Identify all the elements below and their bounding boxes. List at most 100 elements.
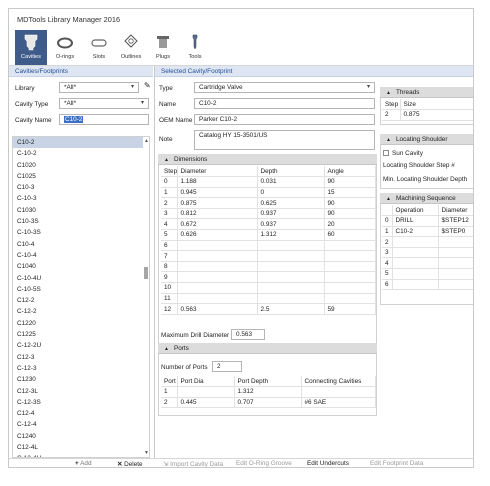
table-cell[interactable]: 0.945 (177, 187, 258, 199)
edit-footprint-data-button[interactable]: Edit Footprint Data (370, 460, 423, 467)
collapse-icon[interactable]: ▲ (164, 157, 169, 163)
table-cell[interactable] (438, 257, 473, 270)
table-row[interactable]: 10 (161, 282, 376, 294)
list-item[interactable]: C10-3 (13, 182, 149, 193)
table-cell[interactable] (324, 293, 376, 305)
scrollbar-thumb[interactable] (144, 267, 148, 279)
ribbon-outlines-button[interactable]: Outlines (115, 30, 147, 65)
table-cell[interactable] (324, 240, 376, 252)
list-item[interactable]: C10-4 (13, 239, 149, 250)
scroll-up-icon[interactable]: ▲ (144, 138, 149, 144)
pane-divider[interactable] (154, 66, 155, 458)
ports-table[interactable]: Port Port Dia Port Depth Connecting Cavitie… (161, 376, 376, 409)
table-cell[interactable] (257, 240, 325, 252)
column-header[interactable]: Step (382, 99, 401, 111)
table-cell[interactable]: 1.312 (257, 229, 325, 241)
column-header[interactable]: Depth (257, 166, 325, 178)
table-cell[interactable]: 0.875 (177, 197, 258, 209)
table-row[interactable]: 12 0.563 2.5 59 (161, 303, 376, 315)
collapse-icon[interactable]: ▲ (386, 196, 391, 202)
dimensions-table[interactable]: Step Diameter Depth Angle 0 1.188 0.031 90 1 0.94… (161, 166, 376, 315)
table-cell[interactable]: 60 (324, 229, 376, 241)
ribbon-tools-button[interactable]: Tools (179, 30, 211, 65)
table-cell[interactable]: $STEP12 (438, 215, 473, 227)
scroll-down-icon[interactable]: ▼ (144, 450, 149, 456)
table-cell[interactable]: 1 (161, 187, 178, 199)
table-cell[interactable]: 6 (382, 279, 393, 291)
table-cell[interactable] (257, 261, 325, 273)
table-cell[interactable]: 4 (161, 218, 178, 231)
table-cell[interactable]: 0.875 (400, 109, 473, 121)
collapse-icon[interactable]: ▲ (164, 346, 169, 352)
list-item[interactable]: C-12-4 (13, 419, 149, 430)
note-textarea[interactable]: Catalog HY 15-3501/US (194, 130, 375, 150)
table-cell[interactable]: #6 SAE (301, 397, 376, 409)
cavity-name-input[interactable]: C10-2 (59, 114, 149, 125)
table-row[interactable]: 3 0.812 0.937 90 (161, 208, 376, 220)
list-item[interactable]: C1040 (13, 261, 149, 272)
add-button[interactable]: + Add (75, 460, 92, 467)
table-cell[interactable]: 1 (161, 386, 178, 398)
edit-undercuts-button[interactable]: Edit Undercuts (307, 460, 349, 467)
table-row[interactable]: 2 (382, 236, 473, 248)
table-row[interactable]: 5 (382, 268, 473, 280)
column-header[interactable]: Angle (324, 166, 376, 178)
list-item[interactable]: C-10-3 (13, 193, 149, 204)
list-item[interactable]: C1220 (13, 318, 149, 329)
table-row[interactable]: 9 (161, 271, 376, 284)
list-item[interactable]: C10-2 (13, 137, 149, 149)
table-cell[interactable] (177, 261, 258, 273)
type-select[interactable]: Cartridge Valve ▾ (194, 82, 375, 93)
table-cell[interactable] (392, 279, 439, 291)
table-cell[interactable]: C10-2 (392, 226, 439, 238)
machining-sequence-group-header[interactable]: ▲ Machining Sequence (380, 193, 473, 204)
ribbon-plugs-button[interactable]: Plugs (147, 30, 179, 65)
table-cell[interactable]: 12 (161, 303, 178, 315)
ribbon-orings-button[interactable]: O-rings (49, 30, 81, 65)
table-cell[interactable]: 5 (161, 229, 178, 241)
table-cell[interactable] (177, 386, 235, 398)
ports-group-header[interactable]: ▲ Ports (158, 343, 377, 354)
table-cell[interactable]: 10 (161, 282, 178, 294)
collapse-icon[interactable]: ▲ (386, 90, 391, 96)
table-row[interactable]: 7 (161, 250, 376, 262)
ports-count-input[interactable]: 2 (212, 361, 242, 372)
list-item[interactable]: C12-4 (13, 408, 149, 419)
table-row[interactable]: 6 (161, 240, 376, 252)
table-row[interactable]: 4 (382, 257, 473, 270)
table-cell[interactable] (438, 268, 473, 280)
table-cell[interactable]: 2.5 (257, 303, 325, 315)
table-cell[interactable] (324, 250, 376, 262)
column-header[interactable]: Port (161, 376, 178, 388)
table-row[interactable]: 4 0.672 0.937 20 (161, 218, 376, 231)
machining-sequence-table[interactable]: Operation Diameter 0 DRILL $STEP12 1 C10-2 $STE… (382, 205, 473, 291)
table-row[interactable]: 6 (382, 279, 473, 291)
list-item[interactable]: C1020 (13, 160, 149, 171)
table-cell[interactable]: DRILL (392, 215, 439, 227)
table-row[interactable]: 5 0.626 1.312 60 (161, 229, 376, 241)
table-cell[interactable] (324, 271, 376, 284)
table-cell[interactable]: 20 (324, 218, 376, 231)
list-item[interactable]: C-10-5S (13, 284, 149, 295)
cavity-list[interactable]: C10-2 C-10-2 C1020 C1025 C10-3 C-10-3 C1030 C10… (12, 136, 150, 458)
table-cell[interactable] (438, 279, 473, 291)
table-cell[interactable]: 90 (324, 208, 376, 220)
table-cell[interactable] (177, 293, 258, 305)
column-header[interactable]: Connecting Cavities (301, 376, 376, 388)
table-cell[interactable]: 15 (324, 187, 376, 199)
list-item[interactable]: C-10-2 (13, 148, 149, 159)
list-item[interactable]: C10-3S (13, 216, 149, 227)
oem-input[interactable]: Parker C10-2 (194, 114, 375, 125)
table-cell[interactable]: 2 (382, 236, 393, 248)
max-drill-input[interactable]: 0.563 (231, 329, 265, 340)
table-cell[interactable]: 59 (324, 303, 376, 315)
table-cell[interactable]: 3 (161, 208, 178, 220)
locating-shoulder-group-header[interactable]: ▲ Locating Shoulder (380, 134, 473, 145)
list-item[interactable]: C-10-3S (13, 227, 149, 238)
table-cell[interactable]: 2 (382, 109, 401, 121)
table-cell[interactable]: 0.812 (177, 208, 258, 220)
list-item[interactable]: C-10-4U (13, 273, 149, 284)
table-cell[interactable]: 0.625 (257, 197, 325, 209)
table-row[interactable]: 2 0.875 0.625 90 (161, 197, 376, 209)
table-cell[interactable]: 0.937 (257, 218, 325, 231)
